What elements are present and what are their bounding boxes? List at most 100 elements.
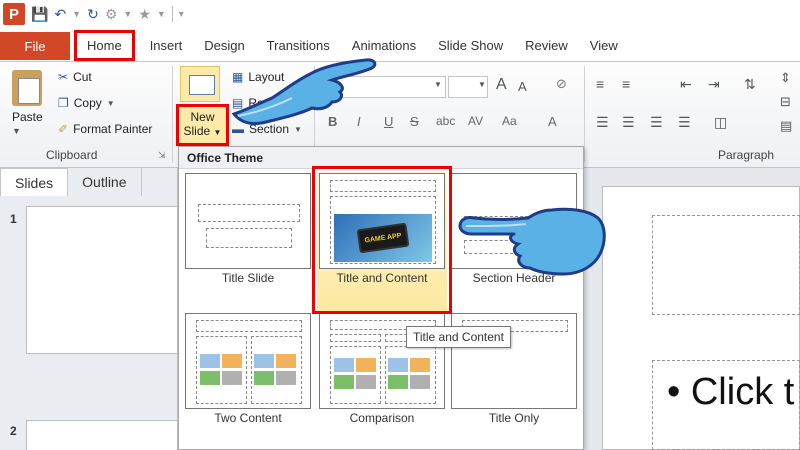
repeat-icon[interactable]: ⚙	[105, 6, 118, 23]
subtitle-placeholder-outline	[206, 228, 292, 248]
layout-thumbnail	[185, 313, 311, 409]
tab-insert[interactable]: Insert	[139, 30, 194, 61]
cut-label: Cut	[73, 70, 92, 84]
paste-icon[interactable]	[12, 70, 42, 106]
clipboard-dialog-launcher-icon[interactable]: ⇲	[158, 150, 166, 161]
content-icons	[388, 358, 434, 390]
align-center-icon[interactable]: ☰	[622, 114, 635, 131]
media-icon	[222, 371, 242, 385]
character-spacing-button[interactable]: AV	[468, 114, 483, 128]
tab-home[interactable]: Home	[74, 30, 135, 61]
smartart-icon[interactable]: ▤	[780, 118, 792, 134]
shadow-button[interactable]: abc	[436, 114, 455, 128]
media-icon	[356, 375, 376, 389]
brush-icon: ✐	[58, 122, 69, 136]
slide-thumbnail[interactable]	[26, 420, 178, 450]
format-painter-button[interactable]: ✐ Format Painter	[58, 122, 152, 136]
chevron-down-icon[interactable]: ▼	[478, 80, 486, 89]
content-placeholder[interactable]: • Click t	[652, 360, 800, 450]
justify-icon[interactable]: ☰	[678, 114, 691, 131]
powerpoint-app-icon[interactable]: P	[3, 3, 25, 25]
slide-thumbnail[interactable]	[26, 206, 178, 354]
picture-icon	[388, 375, 408, 389]
layout-label: Two Content	[214, 411, 282, 425]
chart-icon	[276, 354, 296, 368]
content-icons	[254, 354, 300, 386]
layout-label: Comparison	[349, 411, 415, 425]
layout-title-slide[interactable]: Title Slide	[185, 173, 311, 309]
tab-slide-show[interactable]: Slide Show	[427, 30, 514, 61]
paragraph-group-label: Paragraph	[718, 148, 775, 162]
chevron-down-icon[interactable]: ▼	[157, 9, 166, 19]
line-spacing-icon[interactable]: ⇅	[744, 76, 756, 93]
tab-file[interactable]: File	[0, 32, 70, 60]
align-left-icon[interactable]: ☰	[596, 114, 609, 131]
layout-two-content[interactable]: Two Content	[185, 313, 311, 449]
layout-thumbnail	[185, 173, 311, 269]
shrink-font-icon[interactable]: A	[518, 79, 527, 94]
table-icon	[388, 358, 408, 372]
decrease-indent-icon[interactable]: ⇤	[680, 76, 692, 93]
customize-toolbar-icon[interactable]: ▾	[179, 9, 184, 20]
copy-button[interactable]: ❐ Copy ▼	[58, 96, 115, 110]
layout-tooltip: Title and Content	[406, 326, 511, 348]
chevron-down-icon[interactable]: ▼	[123, 9, 132, 19]
layout-label: Title Slide	[221, 271, 275, 285]
change-case-button[interactable]: Aa	[502, 114, 517, 128]
align-right-icon[interactable]: ☰	[650, 114, 663, 131]
table-icon	[200, 354, 220, 368]
tab-review[interactable]: Review	[514, 30, 579, 61]
cut-button[interactable]: ✂ Cut	[58, 70, 92, 84]
slide-number: 2	[10, 424, 17, 438]
content-icons	[334, 358, 380, 390]
copy-icon: ❐	[58, 96, 69, 110]
align-text-icon[interactable]: ⊟	[780, 94, 791, 110]
title-placeholder[interactable]	[652, 215, 800, 315]
strikethrough-button[interactable]: S	[410, 114, 419, 129]
bullets-icon[interactable]: ≡	[596, 76, 604, 92]
content-icons	[200, 354, 246, 386]
new-slide-label-line2: Slide ▼	[183, 124, 222, 138]
new-slide-icon[interactable]	[180, 66, 220, 102]
quick-access-toolbar: P 💾 ↶ ▼ ↻ ⚙ ▼ ★ ▼ ▾	[0, 0, 800, 28]
chevron-down-icon: ▼	[213, 128, 222, 137]
chevron-down-icon[interactable]: ▼	[434, 80, 442, 89]
pane-tabs: Slides Outline	[0, 168, 178, 196]
undo-icon[interactable]: ↶	[54, 6, 66, 23]
columns-icon[interactable]: ◫	[714, 114, 727, 131]
media-icon	[276, 371, 296, 385]
scissors-icon: ✂	[58, 70, 69, 84]
picture-icon	[254, 371, 274, 385]
clipboard-group-label: Clipboard	[46, 148, 98, 162]
left-heading-outline	[330, 334, 381, 342]
redo-icon[interactable]: ↻	[87, 6, 99, 23]
title-placeholder-outline	[196, 320, 302, 332]
tab-view[interactable]: View	[579, 30, 629, 61]
pointing-hand-icon	[458, 207, 606, 276]
format-painter-label: Format Painter	[73, 122, 153, 136]
star-icon[interactable]: ★	[138, 6, 151, 23]
content-placeholder-text: • Click t	[667, 371, 795, 413]
save-icon[interactable]: 💾	[31, 6, 48, 23]
paste-button[interactable]: Paste	[12, 110, 43, 124]
group-divider	[172, 66, 173, 162]
chevron-down-icon[interactable]: ▼	[72, 9, 81, 19]
text-direction-icon[interactable]: ⇕	[780, 70, 791, 86]
new-slide-label-line1: New	[190, 110, 215, 124]
picture-icon	[334, 375, 354, 389]
layout-label: Title Only	[488, 411, 540, 425]
new-slide-button[interactable]: New Slide ▼	[176, 104, 229, 146]
grow-font-icon[interactable]: A	[496, 76, 507, 94]
media-icon	[410, 375, 430, 389]
font-color-button[interactable]: A	[548, 114, 557, 129]
numbering-icon[interactable]: ≡	[622, 76, 630, 92]
toolbar-divider	[171, 6, 173, 22]
chevron-down-icon[interactable]: ▼	[12, 126, 21, 136]
clear-formatting-icon[interactable]: ⊘	[556, 76, 567, 92]
selected-layout-highlight	[312, 166, 452, 314]
tab-slides[interactable]: Slides	[0, 168, 69, 196]
increase-indent-icon[interactable]: ⇥	[708, 76, 720, 93]
ribbon-tab-bar: File Home Insert Design Transitions Anim…	[0, 30, 800, 62]
tab-outline[interactable]: Outline	[68, 168, 142, 196]
slides-pane: Slides Outline 1 2	[0, 168, 178, 450]
